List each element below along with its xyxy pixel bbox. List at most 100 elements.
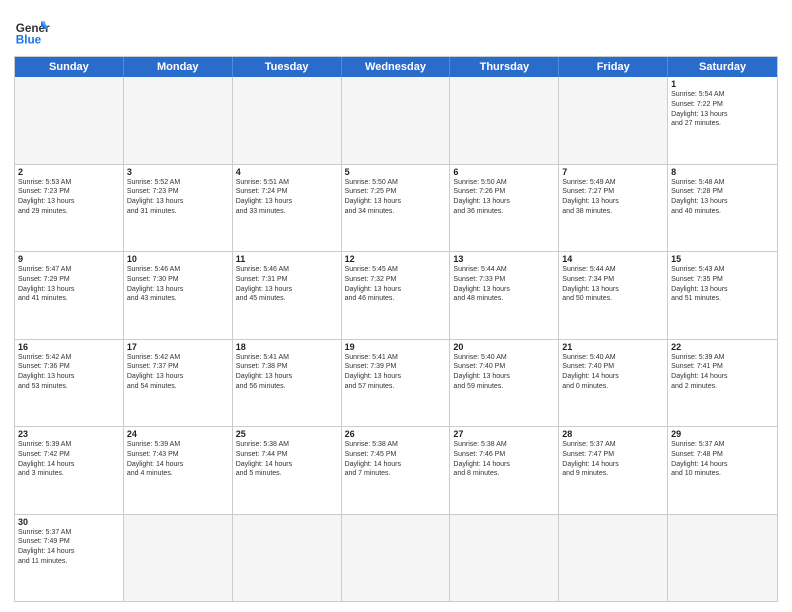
calendar-cell: 6Sunrise: 5:50 AM Sunset: 7:26 PM Daylig… bbox=[450, 165, 559, 252]
calendar-row-3: 16Sunrise: 5:42 AM Sunset: 7:36 PM Dayli… bbox=[15, 339, 777, 427]
svg-text:Blue: Blue bbox=[16, 34, 42, 47]
day-info: Sunrise: 5:38 AM Sunset: 7:45 PM Dayligh… bbox=[345, 440, 447, 479]
day-info: Sunrise: 5:44 AM Sunset: 7:34 PM Dayligh… bbox=[562, 265, 664, 304]
day-number: 14 bbox=[562, 254, 664, 264]
day-number: 21 bbox=[562, 342, 664, 352]
calendar-cell: 13Sunrise: 5:44 AM Sunset: 7:33 PM Dayli… bbox=[450, 252, 559, 339]
day-info: Sunrise: 5:48 AM Sunset: 7:28 PM Dayligh… bbox=[671, 178, 774, 217]
calendar-cell: 5Sunrise: 5:50 AM Sunset: 7:25 PM Daylig… bbox=[342, 165, 451, 252]
calendar-cell: 4Sunrise: 5:51 AM Sunset: 7:24 PM Daylig… bbox=[233, 165, 342, 252]
day-number: 30 bbox=[18, 517, 120, 527]
calendar-cell bbox=[450, 515, 559, 602]
day-info: Sunrise: 5:54 AM Sunset: 7:22 PM Dayligh… bbox=[671, 90, 774, 129]
day-number: 20 bbox=[453, 342, 555, 352]
day-info: Sunrise: 5:49 AM Sunset: 7:27 PM Dayligh… bbox=[562, 178, 664, 217]
calendar-cell bbox=[15, 77, 124, 164]
calendar-cell: 18Sunrise: 5:41 AM Sunset: 7:38 PM Dayli… bbox=[233, 340, 342, 427]
day-info: Sunrise: 5:51 AM Sunset: 7:24 PM Dayligh… bbox=[236, 178, 338, 217]
header-day-saturday: Saturday bbox=[668, 57, 777, 77]
day-info: Sunrise: 5:37 AM Sunset: 7:48 PM Dayligh… bbox=[671, 440, 774, 479]
calendar-cell bbox=[342, 515, 451, 602]
day-info: Sunrise: 5:39 AM Sunset: 7:43 PM Dayligh… bbox=[127, 440, 229, 479]
day-number: 28 bbox=[562, 429, 664, 439]
header-day-thursday: Thursday bbox=[450, 57, 559, 77]
calendar-cell bbox=[124, 515, 233, 602]
calendar-cell bbox=[342, 77, 451, 164]
header-day-friday: Friday bbox=[559, 57, 668, 77]
calendar-cell: 24Sunrise: 5:39 AM Sunset: 7:43 PM Dayli… bbox=[124, 427, 233, 514]
day-info: Sunrise: 5:50 AM Sunset: 7:26 PM Dayligh… bbox=[453, 178, 555, 217]
calendar-cell: 15Sunrise: 5:43 AM Sunset: 7:35 PM Dayli… bbox=[668, 252, 777, 339]
calendar-cell: 8Sunrise: 5:48 AM Sunset: 7:28 PM Daylig… bbox=[668, 165, 777, 252]
day-number: 19 bbox=[345, 342, 447, 352]
calendar-row-0: 1Sunrise: 5:54 AM Sunset: 7:22 PM Daylig… bbox=[15, 77, 777, 164]
day-number: 13 bbox=[453, 254, 555, 264]
day-info: Sunrise: 5:41 AM Sunset: 7:38 PM Dayligh… bbox=[236, 353, 338, 392]
day-number: 6 bbox=[453, 167, 555, 177]
day-info: Sunrise: 5:43 AM Sunset: 7:35 PM Dayligh… bbox=[671, 265, 774, 304]
day-number: 17 bbox=[127, 342, 229, 352]
day-number: 27 bbox=[453, 429, 555, 439]
day-info: Sunrise: 5:40 AM Sunset: 7:40 PM Dayligh… bbox=[562, 353, 664, 392]
day-info: Sunrise: 5:39 AM Sunset: 7:42 PM Dayligh… bbox=[18, 440, 120, 479]
day-info: Sunrise: 5:38 AM Sunset: 7:46 PM Dayligh… bbox=[453, 440, 555, 479]
calendar-row-5: 30Sunrise: 5:37 AM Sunset: 7:49 PM Dayli… bbox=[15, 514, 777, 602]
calendar-row-2: 9Sunrise: 5:47 AM Sunset: 7:29 PM Daylig… bbox=[15, 251, 777, 339]
calendar-cell bbox=[124, 77, 233, 164]
calendar-cell: 7Sunrise: 5:49 AM Sunset: 7:27 PM Daylig… bbox=[559, 165, 668, 252]
calendar-body: 1Sunrise: 5:54 AM Sunset: 7:22 PM Daylig… bbox=[15, 77, 777, 601]
calendar-cell bbox=[233, 77, 342, 164]
day-number: 16 bbox=[18, 342, 120, 352]
day-info: Sunrise: 5:41 AM Sunset: 7:39 PM Dayligh… bbox=[345, 353, 447, 392]
day-info: Sunrise: 5:46 AM Sunset: 7:31 PM Dayligh… bbox=[236, 265, 338, 304]
calendar-cell: 16Sunrise: 5:42 AM Sunset: 7:36 PM Dayli… bbox=[15, 340, 124, 427]
day-number: 24 bbox=[127, 429, 229, 439]
calendar-cell: 29Sunrise: 5:37 AM Sunset: 7:48 PM Dayli… bbox=[668, 427, 777, 514]
calendar-cell: 27Sunrise: 5:38 AM Sunset: 7:46 PM Dayli… bbox=[450, 427, 559, 514]
day-info: Sunrise: 5:37 AM Sunset: 7:47 PM Dayligh… bbox=[562, 440, 664, 479]
day-info: Sunrise: 5:46 AM Sunset: 7:30 PM Dayligh… bbox=[127, 265, 229, 304]
page: General Blue SundayMondayTuesdayWednesda… bbox=[0, 0, 792, 612]
calendar-cell bbox=[668, 515, 777, 602]
day-info: Sunrise: 5:39 AM Sunset: 7:41 PM Dayligh… bbox=[671, 353, 774, 392]
calendar-cell: 12Sunrise: 5:45 AM Sunset: 7:32 PM Dayli… bbox=[342, 252, 451, 339]
day-number: 10 bbox=[127, 254, 229, 264]
calendar-cell bbox=[559, 77, 668, 164]
logo-icon: General Blue bbox=[14, 14, 50, 50]
calendar-cell: 10Sunrise: 5:46 AM Sunset: 7:30 PM Dayli… bbox=[124, 252, 233, 339]
day-info: Sunrise: 5:44 AM Sunset: 7:33 PM Dayligh… bbox=[453, 265, 555, 304]
calendar-cell: 21Sunrise: 5:40 AM Sunset: 7:40 PM Dayli… bbox=[559, 340, 668, 427]
day-info: Sunrise: 5:52 AM Sunset: 7:23 PM Dayligh… bbox=[127, 178, 229, 217]
calendar-cell: 20Sunrise: 5:40 AM Sunset: 7:40 PM Dayli… bbox=[450, 340, 559, 427]
day-number: 4 bbox=[236, 167, 338, 177]
day-info: Sunrise: 5:42 AM Sunset: 7:37 PM Dayligh… bbox=[127, 353, 229, 392]
day-number: 18 bbox=[236, 342, 338, 352]
calendar-cell: 9Sunrise: 5:47 AM Sunset: 7:29 PM Daylig… bbox=[15, 252, 124, 339]
calendar: SundayMondayTuesdayWednesdayThursdayFrid… bbox=[14, 56, 778, 602]
day-number: 26 bbox=[345, 429, 447, 439]
calendar-cell bbox=[450, 77, 559, 164]
day-number: 12 bbox=[345, 254, 447, 264]
day-number: 7 bbox=[562, 167, 664, 177]
calendar-cell: 28Sunrise: 5:37 AM Sunset: 7:47 PM Dayli… bbox=[559, 427, 668, 514]
day-number: 2 bbox=[18, 167, 120, 177]
day-info: Sunrise: 5:38 AM Sunset: 7:44 PM Dayligh… bbox=[236, 440, 338, 479]
calendar-cell: 14Sunrise: 5:44 AM Sunset: 7:34 PM Dayli… bbox=[559, 252, 668, 339]
header-day-monday: Monday bbox=[124, 57, 233, 77]
logo: General Blue bbox=[14, 14, 50, 50]
day-number: 3 bbox=[127, 167, 229, 177]
calendar-cell: 23Sunrise: 5:39 AM Sunset: 7:42 PM Dayli… bbox=[15, 427, 124, 514]
header-day-wednesday: Wednesday bbox=[342, 57, 451, 77]
day-number: 15 bbox=[671, 254, 774, 264]
calendar-cell: 2Sunrise: 5:53 AM Sunset: 7:23 PM Daylig… bbox=[15, 165, 124, 252]
calendar-cell: 3Sunrise: 5:52 AM Sunset: 7:23 PM Daylig… bbox=[124, 165, 233, 252]
calendar-cell: 1Sunrise: 5:54 AM Sunset: 7:22 PM Daylig… bbox=[668, 77, 777, 164]
header: General Blue bbox=[14, 10, 778, 50]
day-number: 1 bbox=[671, 79, 774, 89]
calendar-cell: 17Sunrise: 5:42 AM Sunset: 7:37 PM Dayli… bbox=[124, 340, 233, 427]
day-number: 25 bbox=[236, 429, 338, 439]
calendar-cell bbox=[559, 515, 668, 602]
day-number: 23 bbox=[18, 429, 120, 439]
day-number: 29 bbox=[671, 429, 774, 439]
calendar-row-4: 23Sunrise: 5:39 AM Sunset: 7:42 PM Dayli… bbox=[15, 426, 777, 514]
